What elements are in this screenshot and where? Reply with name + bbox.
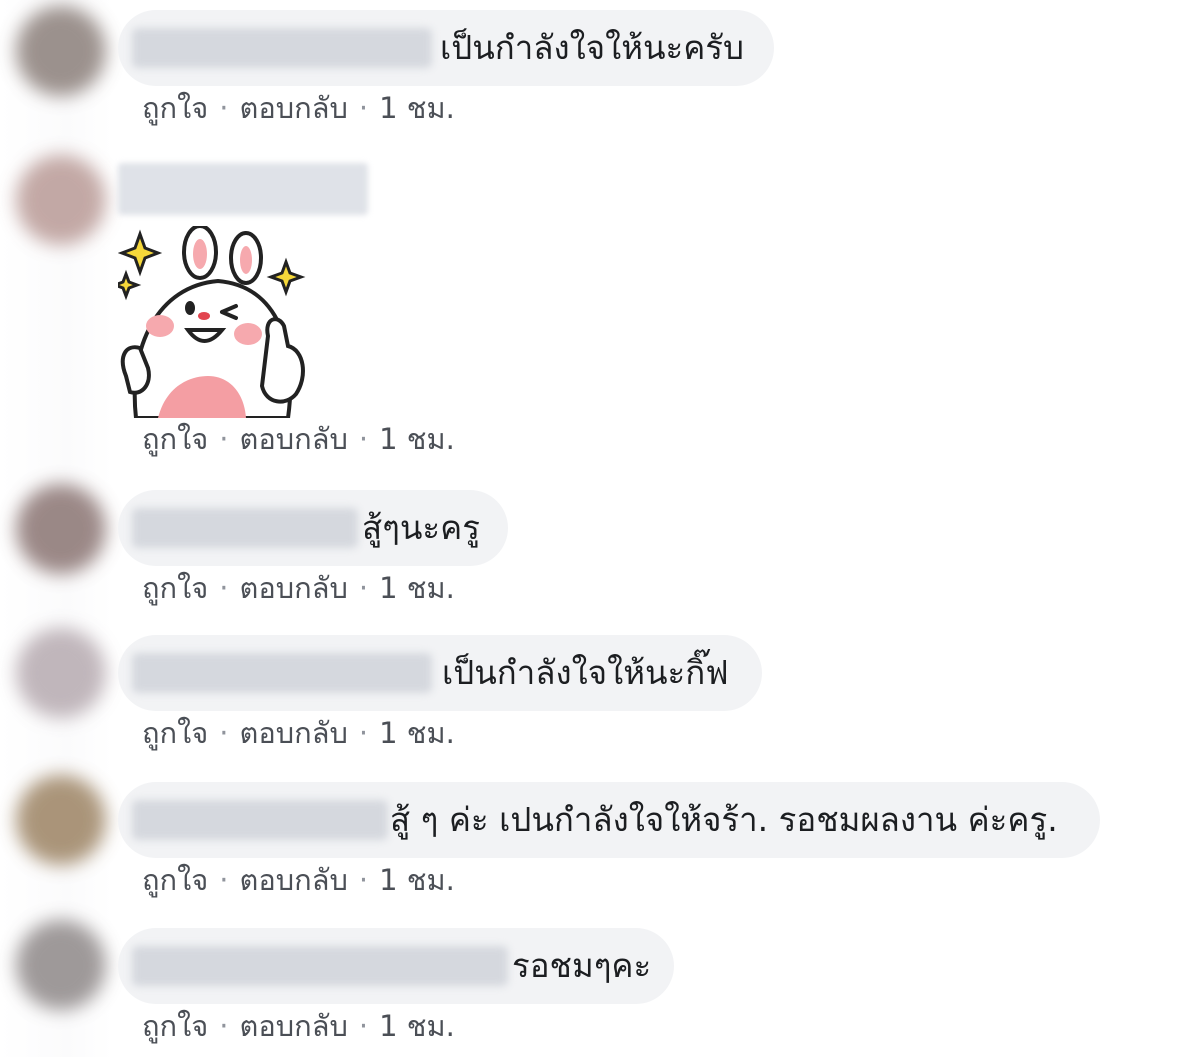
reply-link[interactable]: ตอบกลับ [240, 91, 348, 125]
like-link[interactable]: ถูกใจ [142, 1009, 208, 1043]
separator: · [358, 1009, 369, 1043]
separator: · [358, 422, 369, 456]
avatar[interactable] [16, 920, 106, 1010]
comment-text: เป็นกำลังใจให้นะกิ๊ฟ [442, 653, 729, 692]
like-link[interactable]: ถูกใจ [142, 422, 208, 456]
separator: · [358, 716, 369, 750]
bunny-thumbs-up-sticker[interactable] [118, 226, 308, 418]
avatar[interactable] [16, 155, 106, 245]
reply-link[interactable]: ตอบกลับ [240, 1009, 348, 1043]
avatar[interactable] [16, 775, 106, 865]
comment-actions: ถูกใจ · ตอบกลับ · 1 ชม. [142, 715, 455, 751]
comment-bubble: รอชมๆคะ [118, 928, 674, 1004]
separator: · [358, 863, 369, 897]
separator: · [219, 91, 229, 125]
comment-bubble: เป็นกำลังใจให้นะกิ๊ฟ [118, 635, 762, 711]
timestamp[interactable]: 1 ชม. [379, 571, 455, 605]
separator: · [219, 1009, 229, 1043]
timestamp[interactable]: 1 ชม. [379, 716, 455, 750]
comment-actions: ถูกใจ · ตอบกลับ · 1 ชม. [142, 421, 455, 457]
comment-actions: ถูกใจ · ตอบกลับ · 1 ชม. [142, 90, 455, 126]
reply-link[interactable]: ตอบกลับ [240, 422, 348, 456]
commenter-name-blurred[interactable] [132, 946, 508, 986]
timestamp[interactable]: 1 ชม. [379, 422, 455, 456]
comment-actions: ถูกใจ · ตอบกลับ · 1 ชม. [142, 862, 455, 898]
comment-text: เป็นกำลังใจให้นะครับ [440, 28, 744, 67]
comment-actions: ถูกใจ · ตอบกลับ · 1 ชม. [142, 1008, 455, 1044]
sparkle-icon [266, 257, 306, 297]
sparkle-icon [118, 229, 163, 277]
avatar[interactable] [16, 6, 106, 96]
comment-actions: ถูกใจ · ตอบกลับ · 1 ชม. [142, 570, 455, 606]
comment-text: รอชมๆคะ [512, 946, 652, 985]
avatar-column [0, 0, 112, 1057]
timestamp[interactable]: 1 ชม. [379, 863, 455, 897]
like-link[interactable]: ถูกใจ [142, 91, 208, 125]
comment-bubble: เป็นกำลังใจให้นะครับ [118, 10, 774, 86]
comment-text: สู้ๆนะครู [362, 508, 480, 547]
like-link[interactable]: ถูกใจ [142, 863, 208, 897]
comment-bubble: สู้ๆนะครู [118, 490, 508, 566]
commenter-name-blurred[interactable] [132, 508, 358, 548]
separator: · [358, 571, 369, 605]
like-link[interactable]: ถูกใจ [142, 571, 208, 605]
separator: · [219, 863, 229, 897]
reply-link[interactable]: ตอบกลับ [240, 716, 348, 750]
commenter-name-blurred[interactable] [132, 800, 388, 840]
reply-link[interactable]: ตอบกลับ [240, 863, 348, 897]
separator: · [219, 571, 229, 605]
separator: · [219, 422, 229, 456]
comment-bubble: สู้ ๆ ค่ะ เปนกำลังใจให้จร้า. รอชมผลงาน ค… [118, 782, 1100, 858]
separator: · [219, 716, 229, 750]
like-link[interactable]: ถูกใจ [142, 716, 208, 750]
comment-text: สู้ ๆ ค่ะ เปนกำลังใจให้จร้า. รอชมผลงาน ค… [390, 800, 1058, 839]
commenter-name-blurred[interactable] [118, 163, 368, 215]
reply-link[interactable]: ตอบกลับ [240, 571, 348, 605]
commenter-name-blurred[interactable] [132, 28, 432, 68]
avatar[interactable] [16, 484, 106, 574]
avatar[interactable] [16, 628, 106, 718]
separator: · [358, 91, 369, 125]
commenter-name-blurred[interactable] [132, 653, 432, 693]
timestamp[interactable]: 1 ชม. [379, 91, 455, 125]
sparkle-icon [118, 269, 142, 301]
timestamp[interactable]: 1 ชม. [379, 1009, 455, 1043]
